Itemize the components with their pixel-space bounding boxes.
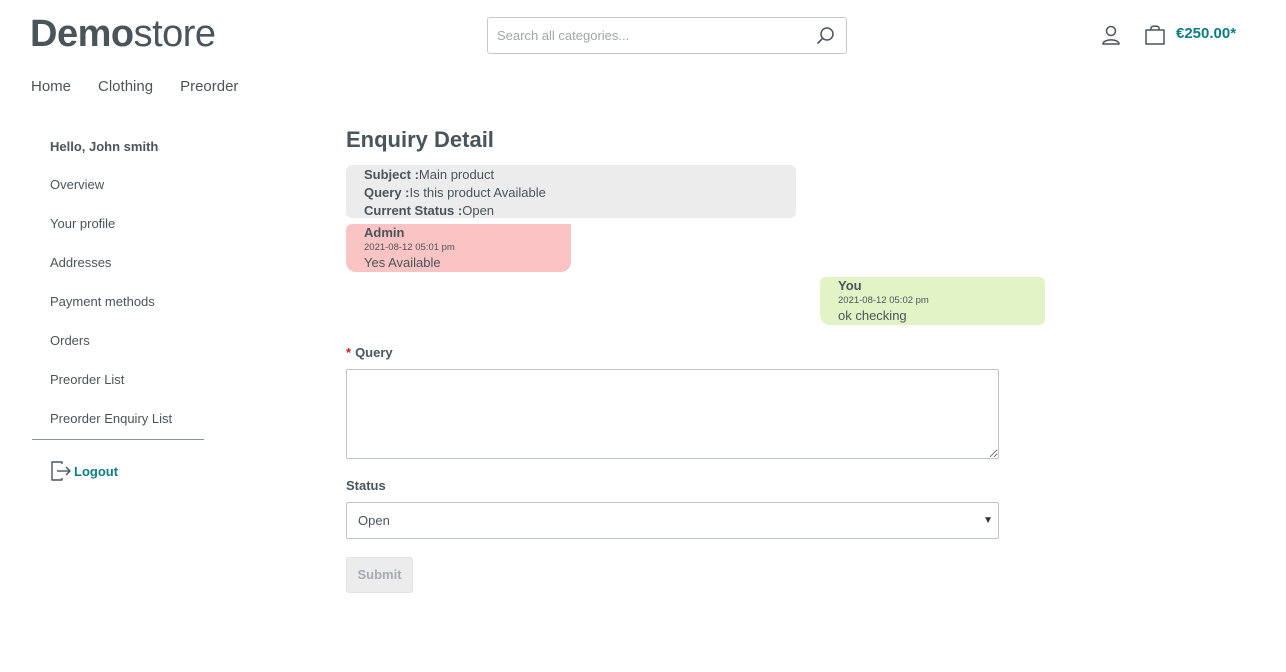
search-input[interactable] xyxy=(488,18,798,53)
nav-item-clothing[interactable]: Clothing xyxy=(98,78,153,95)
enquiry-summary: Subject :Main product Query :Is this pro… xyxy=(346,165,796,218)
user-icon[interactable] xyxy=(1100,24,1122,46)
query-field-label: * Query xyxy=(346,345,393,360)
status-selected-value: Open xyxy=(358,513,390,528)
message-author: You xyxy=(838,278,862,293)
nav-item-preorder[interactable]: Preorder xyxy=(180,78,238,95)
sidebar-item-preorder-list[interactable]: Preorder List xyxy=(32,360,204,399)
status-label: Current Status : xyxy=(364,203,463,218)
sidebar-item-overview[interactable]: Overview xyxy=(32,165,204,204)
subject-row: Subject :Main product xyxy=(364,166,778,184)
query-row: Query :Is this product Available xyxy=(364,184,778,202)
message-you: You 2021-08-12 05:02 pm ok checking xyxy=(820,277,1045,325)
query-textarea[interactable] xyxy=(346,369,999,459)
message-text: Yes Available xyxy=(364,255,441,270)
sidebar-item-orders[interactable]: Orders xyxy=(32,321,204,360)
sidebar-divider xyxy=(32,439,204,440)
logout-icon xyxy=(51,461,71,481)
nav-item-home[interactable]: Home xyxy=(31,78,71,95)
cart-total[interactable]: €250.00* xyxy=(1176,25,1236,42)
account-greeting: Hello, John smith xyxy=(50,139,159,154)
message-text: ok checking xyxy=(838,308,907,323)
logout-label: Logout xyxy=(74,463,119,479)
bag-icon[interactable] xyxy=(1143,23,1167,47)
logo-bold-text: Demo xyxy=(30,13,134,55)
sidebar-item-preorder-enquiry-list[interactable]: Preorder Enquiry List xyxy=(32,399,204,438)
submit-button[interactable]: Submit xyxy=(346,557,413,593)
query-label: Query : xyxy=(364,185,410,200)
query-field-label-text: Query xyxy=(355,345,393,360)
store-logo[interactable]: Demostore xyxy=(30,12,216,56)
query-value: Is this product Available xyxy=(409,185,546,200)
required-mark: * xyxy=(346,345,352,360)
message-timestamp: 2021-08-12 05:02 pm xyxy=(838,295,929,306)
account-sidebar: Hello, John smith Overview Your profile … xyxy=(32,130,204,482)
search-box xyxy=(487,17,847,54)
status-select[interactable]: Open ▼ xyxy=(346,502,999,539)
logout-link[interactable]: Logout xyxy=(32,460,204,482)
message-author: Admin xyxy=(364,225,405,240)
subject-label: Subject : xyxy=(364,167,419,182)
main-navigation: Home Clothing Preorder xyxy=(31,78,265,95)
sidebar-item-payment-methods[interactable]: Payment methods xyxy=(32,282,204,321)
subject-value: Main product xyxy=(418,167,495,182)
page-title: Enquiry Detail xyxy=(346,127,494,152)
caret-down-icon: ▼ xyxy=(983,515,993,526)
message-timestamp: 2021-08-12 05:01 pm xyxy=(364,242,455,253)
status-field-label: Status xyxy=(346,478,386,493)
sidebar-item-profile[interactable]: Your profile xyxy=(32,204,204,243)
logo-light-text: store xyxy=(133,13,216,55)
sidebar-item-addresses[interactable]: Addresses xyxy=(32,243,204,282)
message-admin: Admin 2021-08-12 05:01 pm Yes Available xyxy=(346,224,571,272)
search-icon[interactable] xyxy=(816,26,836,46)
status-value: Open xyxy=(462,203,495,218)
status-row: Current Status :Open xyxy=(364,202,778,220)
